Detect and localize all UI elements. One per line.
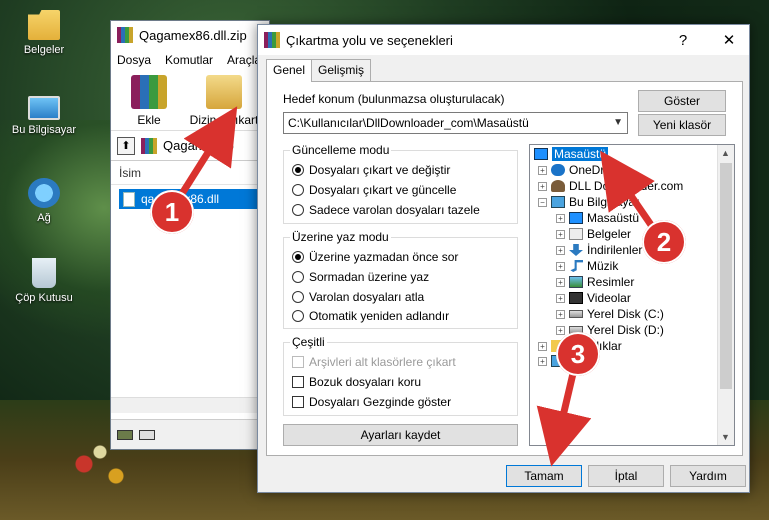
- arrow-1: [175, 106, 238, 202]
- arrow-3: [536, 364, 592, 467]
- tab-general[interactable]: Genel: [266, 59, 313, 82]
- callout-3: 3: [556, 332, 600, 376]
- callout-1: 1: [150, 190, 194, 234]
- callout-2: 2: [642, 220, 686, 264]
